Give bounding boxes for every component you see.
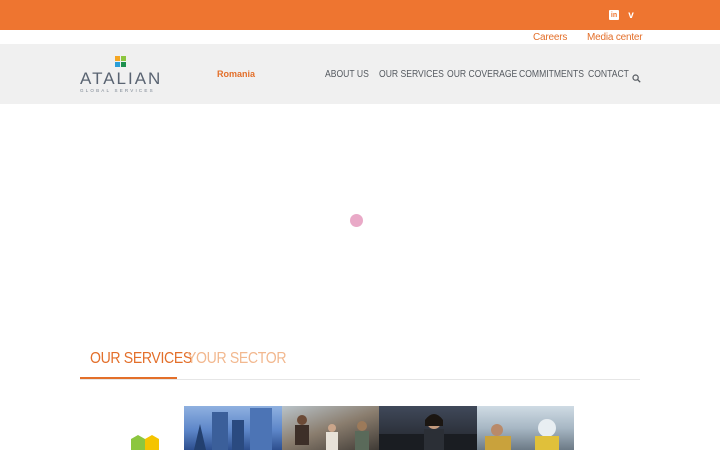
search-icon[interactable] [632, 70, 641, 83]
vimeo-icon[interactable]: v [625, 9, 637, 21]
nav-contact[interactable]: CONTACT [588, 69, 629, 80]
tab-your-sector[interactable]: YOUR SECTOR [187, 350, 286, 368]
service-photo-engineer[interactable] [476, 406, 574, 450]
loading-spinner [350, 214, 363, 227]
site-header: ATALIAN GLOBAL SERVICES Romania ABOUT US… [0, 44, 720, 104]
service-photo-meeting[interactable] [281, 406, 379, 450]
tab-our-services[interactable]: OUR SERVICES [90, 350, 192, 368]
nav-our-services[interactable]: OUR SERVICES [379, 69, 444, 80]
service-photo-buildings[interactable] [184, 406, 282, 450]
nav-our-coverage[interactable]: OUR COVERAGE [447, 69, 517, 80]
top-bar: in v [0, 0, 720, 30]
services-photo-strip [184, 406, 574, 450]
hexagon-cube-icon [131, 433, 161, 450]
careers-link[interactable]: Careers [533, 32, 567, 43]
country-selector[interactable]: Romania [217, 69, 255, 79]
linkedin-icon[interactable]: in [608, 9, 620, 21]
logo-name: ATALIAN [80, 69, 163, 88]
logo-tagline: GLOBAL SERVICES [80, 88, 155, 93]
service-photo-worker[interactable] [379, 406, 477, 450]
active-tab-indicator [80, 377, 177, 379]
atalian-logo[interactable]: ATALIAN GLOBAL SERVICES [80, 56, 160, 96]
nav-about-us[interactable]: ABOUT US [325, 69, 369, 80]
nav-commitments[interactable]: COMMITMENTS [519, 69, 584, 80]
services-tabs: OUR SERVICES YOUR SECTOR [80, 350, 640, 380]
logo-mark-icon [115, 56, 127, 68]
media-center-link[interactable]: Media center [587, 32, 643, 43]
